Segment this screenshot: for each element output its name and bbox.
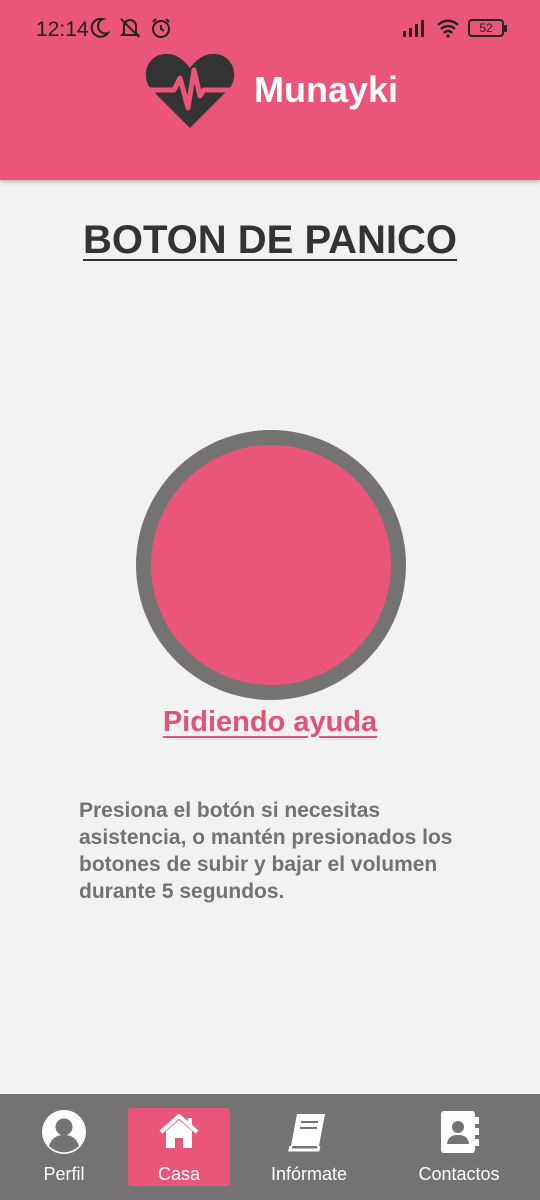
home-icon [155, 1108, 203, 1156]
nav-item-perfil[interactable]: Perfil [13, 1108, 115, 1186]
contacts-icon [435, 1108, 483, 1156]
status-time: 12:14 [36, 18, 89, 41]
instructions-text: Presiona el botón si necesitas asistenci… [79, 799, 453, 903]
page-title: BOTON DE PANICO [82, 218, 458, 262]
nav-label-contactos: Contactos [418, 1164, 500, 1184]
nav-item-casa[interactable]: Casa [128, 1108, 230, 1186]
moon-icon [90, 17, 110, 38]
battery-indicator: 52 [468, 19, 507, 37]
heartbeat-icon [145, 53, 235, 128]
nav-label-casa: Casa [157, 1164, 201, 1184]
nav-label-informate: Infórmate [270, 1164, 348, 1184]
nav-label-perfil: Perfil [43, 1164, 85, 1184]
wifi-icon [437, 19, 459, 38]
bottom-nav: Perfil Casa Infórmate Contactos [0, 1094, 540, 1200]
nav-item-informate[interactable]: Infórmate [258, 1108, 360, 1186]
status-right-icons: 52 [402, 18, 507, 38]
signal-icon [403, 20, 424, 37]
app-name: Munayki [254, 69, 399, 110]
mute-icon [119, 18, 141, 38]
user-icon [40, 1108, 88, 1156]
panic-button[interactable] [136, 430, 406, 700]
alarm-icon [152, 18, 170, 38]
nav-item-contactos[interactable]: Contactos [408, 1108, 510, 1186]
help-status-link[interactable]: Pidiendo ayuda [0, 706, 540, 739]
brand: Munayki [144, 48, 398, 132]
panic-button-fill [151, 445, 391, 685]
status-left-icons [90, 17, 172, 39]
book-icon [285, 1108, 333, 1156]
app-header: 12:14 52 Munayki [0, 0, 540, 180]
